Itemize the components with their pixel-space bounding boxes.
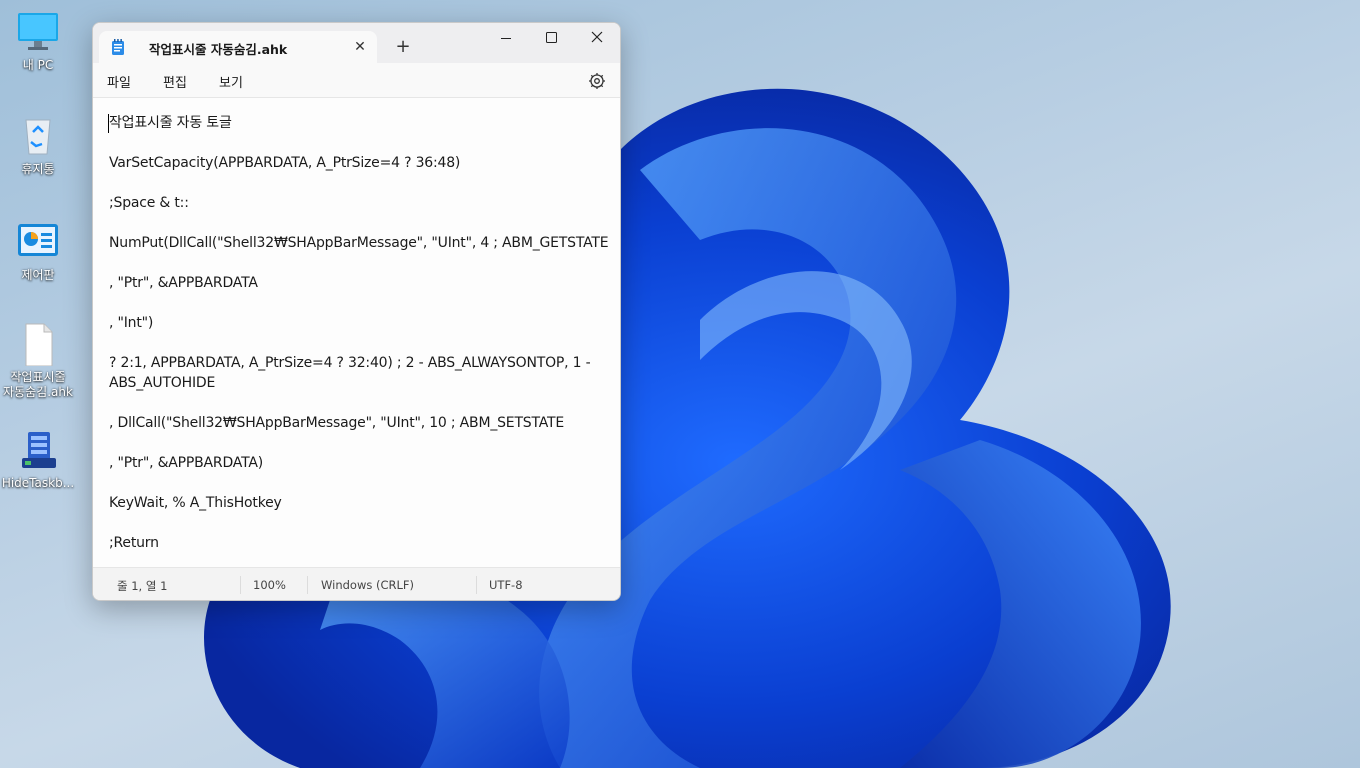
editor-line: , "Ptr", &APPBARDATA — [109, 275, 258, 291]
editor-line: ;Space & t:: — [109, 195, 189, 211]
desktop-icon-hidetaskbar[interactable]: HideTaskb... — [0, 428, 76, 491]
editor-line: , "Ptr", &APPBARDATA) — [109, 455, 263, 471]
file-icon — [16, 322, 60, 367]
menu-view[interactable]: 보기 — [219, 72, 243, 91]
status-divider — [476, 576, 477, 594]
title-bar[interactable]: 작업표시줄 자동숨김.ahk ✕ + — [93, 23, 620, 63]
line-ending: Windows (CRLF) — [321, 578, 415, 592]
gear-icon[interactable] — [587, 71, 607, 91]
desktop-icon-label: 작업표시줄 자동숨김.ahk — [3, 370, 73, 399]
encoding: UTF-8 — [489, 578, 523, 592]
desktop-icon-ahk-file[interactable]: 작업표시줄 자동숨김.ahk — [0, 322, 76, 400]
desktop-icon-control-panel[interactable]: 제어판 — [0, 220, 76, 283]
app-icon — [16, 428, 60, 472]
desktop-icon-recycle-bin[interactable]: 휴지통 — [0, 114, 76, 177]
editor-line: ;Return — [109, 535, 159, 551]
tab-document[interactable]: 작업표시줄 자동숨김.ahk ✕ — [99, 31, 377, 63]
recycle-bin-icon — [16, 114, 60, 158]
editor-line: VarSetCapacity(APPBARDATA, A_PtrSize=4 ?… — [109, 155, 461, 171]
desktop-icon-this-pc[interactable]: 내 PC — [0, 10, 76, 73]
minimize-button[interactable] — [483, 23, 529, 55]
desktop-icon-label: 내 PC — [22, 58, 54, 72]
minimize-icon — [501, 38, 511, 39]
notepad-icon — [112, 39, 124, 55]
status-divider — [307, 576, 308, 594]
editor-line: , "Int") — [109, 315, 154, 331]
editor-line: 작업표시줄 자동 토글 — [109, 115, 232, 131]
status-divider — [240, 576, 241, 594]
text-editor[interactable]: 작업표시줄 자동 토글 VarSetCapacity(APPBARDATA, A… — [93, 98, 620, 567]
editor-line: NumPut(DllCall("Shell32₩SHAppBarMessage"… — [109, 235, 609, 251]
maximize-icon — [546, 32, 557, 43]
menu-edit[interactable]: 편집 — [163, 72, 187, 91]
editor-line: KeyWait, % A_ThisHotkey — [109, 495, 282, 511]
desktop-icon-label: HideTaskb... — [1, 476, 75, 490]
desktop-icon-label: 휴지통 — [21, 162, 55, 176]
editor-line: , DllCall("Shell32₩SHAppBarMessage", "UI… — [109, 415, 565, 431]
desktop-icon-label: 제어판 — [21, 268, 55, 282]
new-tab-button[interactable]: + — [393, 37, 413, 57]
control-panel-icon — [16, 220, 60, 264]
menu-file[interactable]: 파일 — [107, 72, 131, 91]
notepad-window: 작업표시줄 자동숨김.ahk ✕ + 파일 편집 보기 작업표시줄 자동 토글 … — [92, 22, 621, 601]
close-icon — [591, 31, 603, 43]
close-tab-button[interactable]: ✕ — [350, 37, 370, 57]
status-bar: 줄 1, 열 1 100% Windows (CRLF) UTF-8 — [93, 567, 620, 600]
zoom-level: 100% — [253, 578, 286, 592]
menu-bar: 파일 편집 보기 — [93, 63, 620, 98]
tab-title: 작업표시줄 자동숨김.ahk — [149, 42, 288, 57]
close-button[interactable] — [574, 23, 620, 55]
maximize-button[interactable] — [528, 23, 574, 55]
editor-line: ? 2:1, APPBARDATA, A_PtrSize=4 ? 32:40) … — [109, 355, 595, 391]
monitor-icon — [16, 10, 60, 54]
cursor-position: 줄 1, 열 1 — [117, 579, 168, 593]
